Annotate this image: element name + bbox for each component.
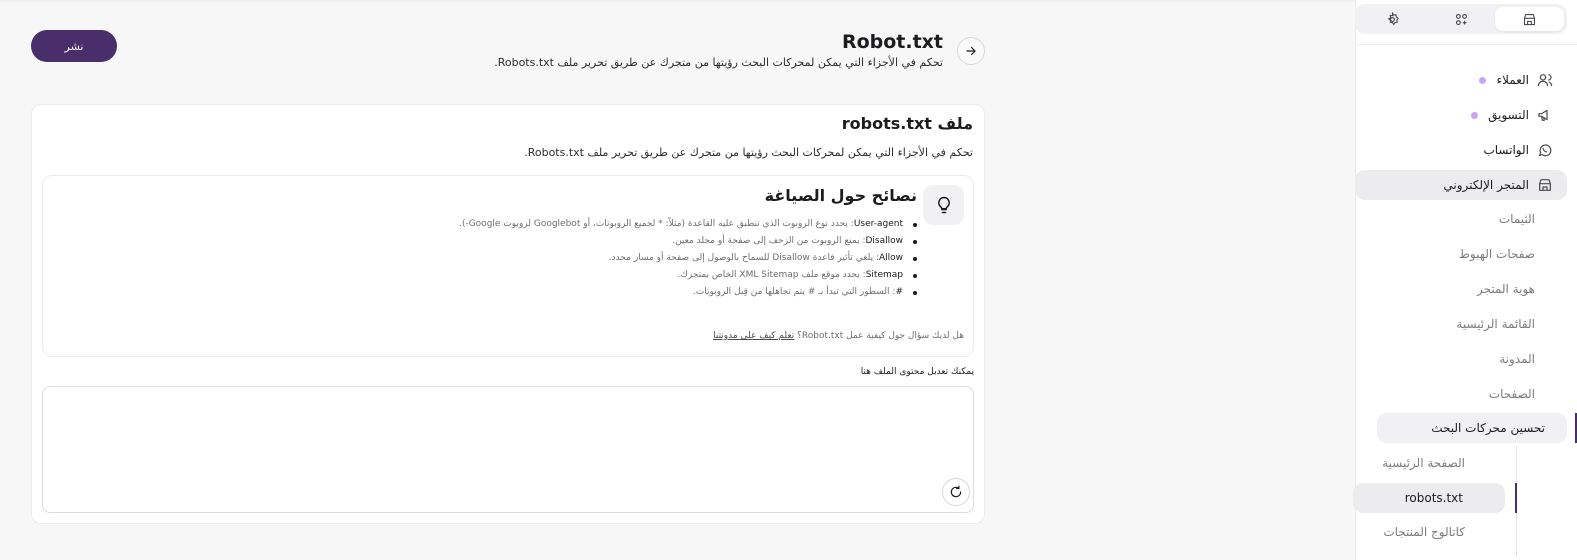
nav-label: العملاء [1496,73,1529,87]
store-icon [1537,177,1553,193]
tip-text: : يمنع الروبوت من الزحف إلى صفحة أو مجلد… [672,236,866,246]
tip-item: User-agent: يحدد نوع الروبوت الذي تنطبق … [459,216,917,233]
notification-dot [1479,76,1487,84]
tip-key: User-agent [853,219,903,229]
store-icon [1524,13,1536,25]
tips-title: نصائح حول الصياغة [764,186,917,205]
tip-item: #: السطور التي تبدأ بـ # يتم تجاهلها من … [459,284,917,301]
tips-list: User-agent: يحدد نوع الروبوت الذي تنطبق … [459,216,917,301]
sidebar-item-themes[interactable]: الثيمات [1367,204,1567,234]
tab-settings[interactable] [1358,7,1427,31]
nav-item-online-store[interactable]: المتجر الإلكتروني [1355,170,1567,200]
sidebar-item-main-menu[interactable]: القائمة الرئيسية [1367,309,1567,339]
refresh-icon [950,485,962,498]
reset-button[interactable] [942,478,970,506]
whatsapp-icon [1537,142,1553,158]
tip-key: # [895,287,903,297]
card-title: ملف robots.txt [841,114,973,133]
megaphone-icon [1537,107,1553,123]
editor-label: يمكنك تعديل محتوى الملف هنا [860,367,974,377]
sidebar-top-tabs [1355,4,1567,34]
users-icon [1537,72,1553,88]
page-description: تحكم في الأجزاء التي يمكن لمحركات البحث … [494,56,943,69]
tip-text: : السطور التي تبدأ بـ # يتم تجاهلها من ق… [692,287,896,297]
tip-text: : يحدد موقع ملف XML Sitemap الخاص بمتجرك… [677,270,866,280]
blog-link[interactable]: تعلم كيف على مدونتنا [713,331,794,341]
tab-store[interactable] [1495,7,1564,31]
sidebar-item-seo[interactable]: تحسين محركات البحث [1377,413,1567,443]
sidebar-item-pages[interactable]: الصفحات [1367,379,1567,409]
sidebar-item-landing-pages[interactable]: صفحات الهبوط [1367,239,1567,269]
sidebar-divider [1355,44,1577,45]
robots-active-marker [1515,483,1517,513]
tip-key: Allow [878,253,903,263]
help-line: هل لديك سؤال حول كيفية عمل Robot.txt؟ تع… [713,331,964,341]
tip-item: Disallow: يمنع الروبوت من الزحف إلى صفحة… [459,233,917,250]
tip-key: Sitemap [865,270,903,280]
card-description: تحكم في الأجزاء التي يمكن لمحركات البحث … [524,146,973,159]
apps-icon [1455,13,1467,25]
tip-key: Disallow [865,236,903,246]
tip-text: : يحدد نوع الروبوت الذي تنطبق عليه القاع… [459,219,854,229]
nav-label: الواتساب [1483,143,1529,157]
top-shadow [0,0,1355,3]
sidebar-item-robots-txt[interactable]: robots.txt [1353,483,1505,513]
tip-item: Allow: يلغي تأثير قاعدة Disallow للسماح … [459,250,917,267]
nav-item-customers[interactable]: العملاء [1355,65,1567,95]
arrow-right-icon [966,46,976,56]
sidebar-item-product-catalog[interactable]: كاتالوج المنتجات [1355,517,1505,547]
help-text: هل لديك سؤال حول كيفية عمل Robot.txt؟ [794,331,964,341]
nav-label: التسويق [1488,108,1529,122]
tip-item: Sitemap: يحدد موقع ملف XML Sitemap الخاص… [459,267,917,284]
sidebar: العملاء التسويق الواتساب المتجر الإلكترو… [1353,0,1577,560]
nav-item-whatsapp[interactable]: الواتساب [1355,135,1567,165]
back-button[interactable] [957,37,985,65]
notification-dot [1471,111,1479,119]
lightbulb-icon [923,185,964,225]
tip-text: : يلغي تأثير قاعدة Disallow للسماح بالوص… [608,253,879,263]
nav-item-marketing[interactable]: التسويق [1355,100,1567,130]
settings-icon [1387,11,1399,26]
publish-button[interactable]: نشر [31,30,117,62]
sidebar-item-blog[interactable]: المدونة [1367,344,1567,374]
sidebar-item-store-identity[interactable]: هوية المتجر [1367,274,1567,304]
sidebar-item-seo-home[interactable]: الصفحة الرئيسية [1355,448,1505,478]
nav-label: المتجر الإلكتروني [1443,178,1529,192]
page-title: Robot.txt [841,31,943,53]
robots-editor[interactable] [42,386,974,513]
tab-apps[interactable] [1427,7,1496,31]
